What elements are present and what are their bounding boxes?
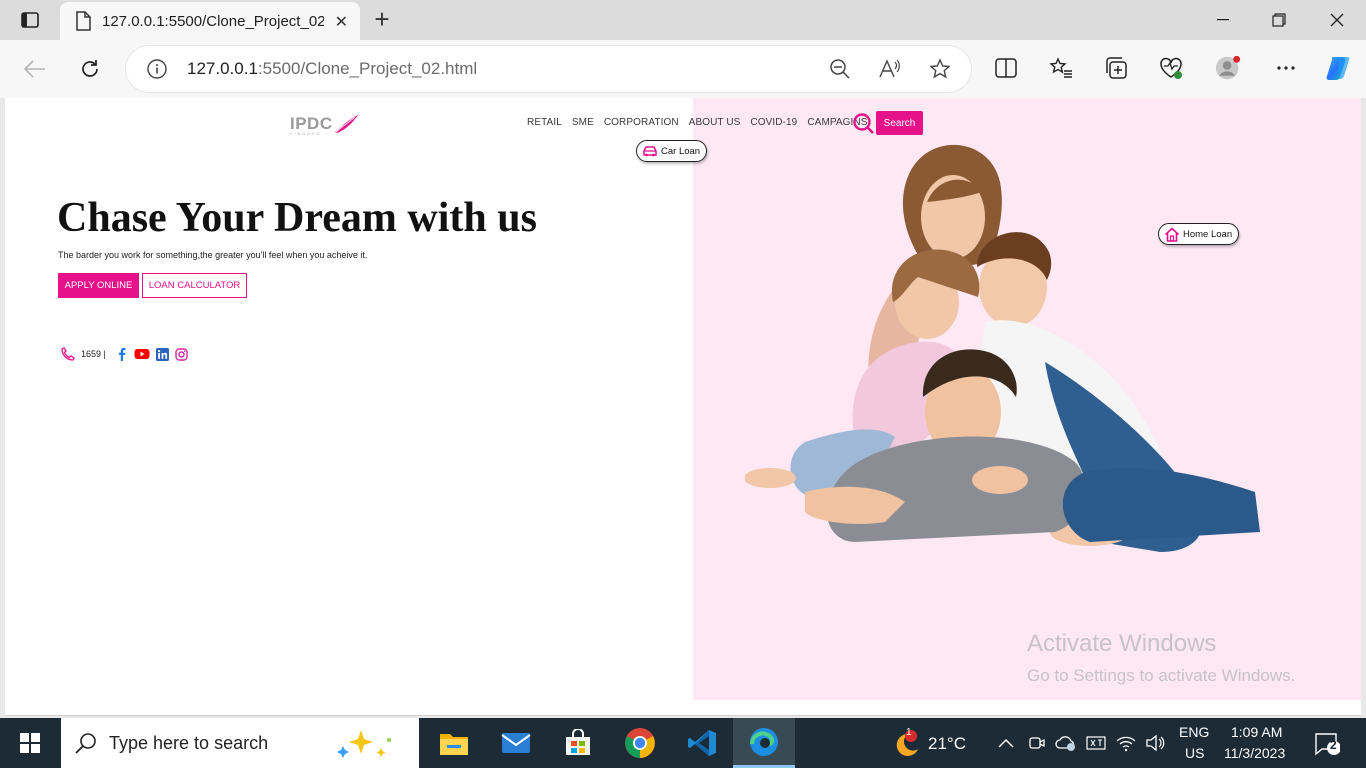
instagram-icon[interactable] <box>175 347 188 361</box>
weather-moon-icon[interactable] <box>888 728 920 758</box>
edge-icon[interactable] <box>733 718 795 768</box>
activate-windows-watermark: Activate Windows Go to Settings to activ… <box>1027 630 1296 685</box>
site-logo[interactable]: IPDC FINANCE <box>290 112 359 136</box>
tab-title: 127.0.0.1:5500/Clone_Project_02. <box>102 12 324 30</box>
youtube-icon[interactable] <box>134 348 150 360</box>
wifi-icon[interactable] <box>1116 734 1136 752</box>
facebook-icon[interactable] <box>116 347 128 361</box>
meet-now-icon[interactable] <box>1028 734 1046 752</box>
favorite-star-icon[interactable] <box>928 57 952 81</box>
contact-row: 1659 | <box>61 346 188 362</box>
url-text[interactable]: 127.0.0.1:5500/Clone_Project_02.html <box>187 59 477 79</box>
input-indicator-icon[interactable] <box>1086 735 1106 751</box>
zoom-out-icon[interactable] <box>828 57 852 81</box>
read-aloud-icon[interactable] <box>878 57 902 81</box>
split-screen-icon[interactable] <box>993 55 1019 81</box>
site-info-icon[interactable] <box>146 58 168 80</box>
apply-online-button[interactable]: APPLY ONLINE <box>58 273 139 298</box>
page-viewport: IPDC FINANCE RETAIL SME CORPORATION ABOU… <box>5 98 1361 716</box>
collections-icon[interactable] <box>1103 55 1129 81</box>
notification-count: 2 <box>1330 738 1337 752</box>
feather-logo-icon <box>334 115 358 133</box>
taskbar: Type here to search 1 21°C ENG US 1:09 A… <box>0 718 1366 768</box>
language-code[interactable]: ENG <box>1179 724 1209 740</box>
temperature[interactable]: 21°C <box>928 734 966 754</box>
main-nav: RETAIL SME CORPORATION ABOUT US COVID-19… <box>527 117 868 128</box>
nav-retail[interactable]: RETAIL <box>527 117 562 128</box>
microsoft-store-icon[interactable] <box>547 718 609 768</box>
browser-essentials-icon[interactable] <box>1158 55 1184 81</box>
show-hidden-icons-chevron[interactable] <box>998 738 1014 748</box>
weather-badge: 1 <box>906 727 912 738</box>
nav-about-us[interactable]: ABOUT US <box>689 117 741 128</box>
close-tab-icon[interactable]: ✕ <box>335 12 348 32</box>
more-options-icon[interactable] <box>1273 55 1299 81</box>
mail-icon[interactable] <box>485 718 547 768</box>
linkedin-icon[interactable] <box>155 347 169 361</box>
loan-calculator-button[interactable]: LOAN CALCULATOR <box>142 273 247 298</box>
taskbar-search-box[interactable]: Type here to search <box>61 718 419 768</box>
search-icon <box>75 733 96 754</box>
address-bar[interactable]: 127.0.0.1:5500/Clone_Project_02.html <box>126 46 971 92</box>
nav-covid-19[interactable]: COVID-19 <box>750 117 797 128</box>
nav-sme[interactable]: SME <box>572 117 594 128</box>
family-photo <box>745 144 1260 552</box>
hero-subtitle: The barder you work for something,the gr… <box>58 250 368 260</box>
clock-date[interactable]: 11/3/2023 <box>1224 745 1285 761</box>
restore-icon[interactable] <box>1250 0 1308 40</box>
browser-toolbar: 127.0.0.1:5500/Clone_Project_02.html <box>0 40 1366 98</box>
tab-actions-icon[interactable] <box>14 8 46 32</box>
region-code[interactable]: US <box>1185 745 1204 761</box>
chrome-icon[interactable] <box>609 718 671 768</box>
nav-corporation[interactable]: CORPORATION <box>604 117 679 128</box>
car-loan-chip[interactable]: Car Loan <box>636 140 708 162</box>
document-icon <box>76 11 91 31</box>
onedrive-icon[interactable] <box>1054 734 1078 752</box>
phone-number: 1659 | <box>81 349 106 359</box>
search-highlight-icon <box>337 730 391 758</box>
clock-time[interactable]: 1:09 AM <box>1231 724 1282 740</box>
favorites-icon[interactable] <box>1048 55 1074 81</box>
windows-start-icon[interactable] <box>0 718 60 768</box>
profile-avatar[interactable] <box>1215 55 1241 81</box>
minimize-icon[interactable] <box>1194 0 1252 40</box>
car-icon <box>643 146 657 157</box>
search-button[interactable]: Search <box>876 111 923 135</box>
refresh-icon[interactable] <box>75 54 105 84</box>
file-explorer-icon[interactable] <box>423 718 485 768</box>
vscode-icon[interactable] <box>671 718 733 768</box>
copilot-icon[interactable] <box>1324 52 1356 84</box>
back-icon[interactable] <box>20 54 50 84</box>
tab-bar: 127.0.0.1:5500/Clone_Project_02. ✕ + <box>0 0 1366 40</box>
hero-title: Chase Your Dream with us <box>57 195 537 241</box>
search-placeholder: Type here to search <box>109 732 269 753</box>
close-window-icon[interactable] <box>1308 0 1366 40</box>
search-icon[interactable] <box>852 112 874 134</box>
browser-tab[interactable]: 127.0.0.1:5500/Clone_Project_02. ✕ <box>60 2 360 40</box>
new-tab-icon[interactable]: + <box>368 6 396 34</box>
volume-icon[interactable] <box>1145 734 1165 752</box>
phone-icon[interactable] <box>61 347 75 361</box>
